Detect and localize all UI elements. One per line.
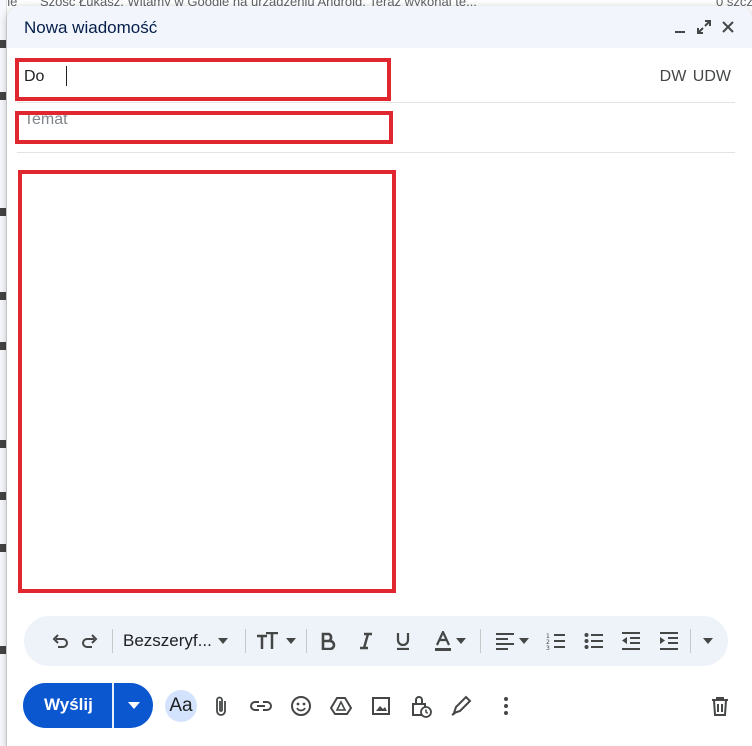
link-icon	[250, 701, 272, 711]
bold-icon	[321, 632, 336, 650]
redo-button[interactable]	[78, 629, 102, 653]
inbox-edge-mark	[0, 492, 6, 500]
close-icon	[722, 21, 734, 33]
indent-less-icon	[622, 632, 640, 650]
bcc-link[interactable]: UDW	[693, 68, 731, 85]
more-options-button[interactable]	[492, 692, 520, 720]
inbox-edge-mark	[0, 92, 6, 100]
photo-icon	[372, 697, 390, 715]
more-options-icon	[504, 697, 508, 715]
expand-icon	[697, 20, 711, 34]
numbered-list-button[interactable]: 123	[544, 629, 568, 653]
inbox-left-edge	[0, 0, 7, 746]
chevron-down-icon	[456, 638, 466, 644]
send-button-group: Wyślij	[23, 683, 153, 728]
formatting-toolbar: Bezszeryf... 123	[24, 616, 728, 666]
confidential-mode-button[interactable]	[407, 692, 435, 720]
fullscreen-button[interactable]	[693, 16, 715, 38]
inbox-edge-mark	[0, 342, 6, 350]
indent-more-icon	[660, 632, 678, 650]
underline-button[interactable]	[391, 629, 415, 653]
trash-icon	[712, 697, 728, 716]
minimize-button[interactable]	[669, 16, 691, 38]
attach-icon	[216, 696, 226, 716]
compose-title: Nowa wiadomość	[24, 18, 158, 37]
insert-photo-button[interactable]	[367, 692, 395, 720]
chevron-down-icon	[519, 638, 529, 644]
redo-icon	[82, 634, 98, 648]
toolbar-separator	[306, 629, 307, 653]
numbered-list-icon: 123	[546, 633, 565, 650]
text-color-icon	[435, 631, 451, 651]
italic-button[interactable]	[354, 629, 378, 653]
compose-header[interactable]: Nowa wiadomość	[7, 6, 752, 48]
attach-button[interactable]	[207, 692, 235, 720]
indent-more-button[interactable]	[657, 629, 681, 653]
cc-bcc-links: DW UDW	[660, 68, 731, 86]
inbox-edge-mark	[0, 292, 6, 300]
inbox-edge-mark	[0, 208, 6, 216]
bold-button[interactable]	[316, 629, 340, 653]
emoji-icon	[291, 696, 311, 716]
schedule-send-button[interactable]	[114, 683, 153, 728]
send-button[interactable]: Wyślij	[44, 695, 93, 715]
emoji-button[interactable]	[287, 692, 315, 720]
highlight-subject-field	[15, 111, 393, 144]
undo-icon	[52, 634, 68, 648]
text-size-icon	[257, 632, 278, 649]
signature-button[interactable]	[447, 692, 475, 720]
text-color-button[interactable]	[428, 629, 472, 653]
minimize-icon	[675, 31, 685, 33]
signature-icon	[451, 695, 472, 716]
inbox-edge-mark	[0, 646, 6, 654]
toolbar-separator	[480, 629, 481, 653]
svg-text:3: 3	[546, 645, 550, 650]
highlight-body-field	[18, 170, 396, 593]
toolbar-separator	[112, 629, 113, 653]
bulleted-list-icon	[584, 633, 603, 649]
more-formatting-button[interactable]	[698, 629, 718, 653]
bulleted-list-button[interactable]	[582, 629, 606, 653]
more-formatting-icon	[703, 638, 713, 644]
inbox-edge-mark	[0, 544, 6, 552]
chevron-down-icon	[127, 702, 140, 709]
cc-link[interactable]: DW	[660, 68, 687, 85]
align-icon	[496, 633, 514, 650]
font-select[interactable]: Bezszeryf...	[123, 629, 239, 653]
confidential-icon	[412, 696, 432, 718]
text-size-button[interactable]	[254, 629, 298, 653]
highlight-to-field	[15, 58, 391, 101]
discard-draft-button[interactable]	[706, 692, 734, 720]
font-name: Bezszeryf...	[123, 631, 212, 650]
compose-window: Nowa wiadomość Do DW UDW Temat Bezszeryf…	[7, 6, 752, 746]
chevron-down-icon	[286, 638, 296, 644]
formatting-toggle-button[interactable]: Aa	[165, 690, 197, 722]
drive-icon	[330, 697, 352, 715]
undo-button[interactable]	[48, 629, 72, 653]
chevron-down-icon	[217, 638, 228, 644]
insert-link-button[interactable]	[247, 692, 275, 720]
toolbar-separator	[690, 629, 691, 653]
indent-less-button[interactable]	[619, 629, 643, 653]
inbox-edge-mark	[0, 40, 6, 48]
drive-button[interactable]	[327, 692, 355, 720]
underline-icon	[396, 633, 410, 650]
inbox-edge-mark	[0, 440, 6, 448]
align-button[interactable]	[490, 629, 534, 653]
italic-icon	[360, 632, 372, 650]
close-button[interactable]	[717, 16, 739, 38]
toolbar-separator	[245, 629, 246, 653]
